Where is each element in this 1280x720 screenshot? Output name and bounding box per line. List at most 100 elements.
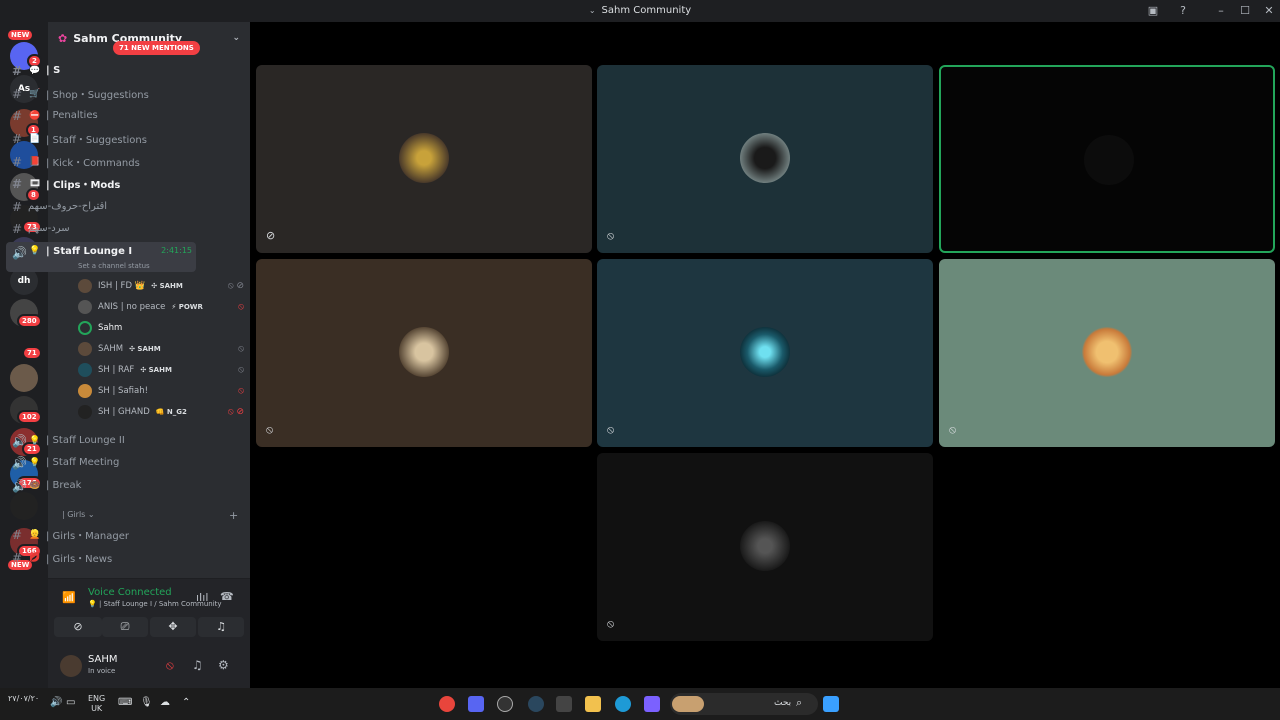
avatar bbox=[78, 342, 92, 356]
channel-item[interactable]: # ⛔ | Penalties bbox=[6, 105, 196, 126]
activities-icon: ✥ bbox=[168, 620, 178, 633]
speaker-icon: 🔊 bbox=[12, 433, 27, 448]
speaker-icon: 🔊 bbox=[12, 478, 27, 493]
participant-tile[interactable]: ⦸ bbox=[597, 65, 933, 253]
voice-user[interactable]: ANIS | no peace ⚡ POWR ⦸ bbox=[78, 297, 244, 317]
hash-icon: # bbox=[12, 108, 23, 123]
voice-user[interactable]: SH | GHAND 👊 N_G2 ⦸ ⊘ bbox=[78, 402, 244, 422]
keyboard-icon[interactable]: ⌨ bbox=[118, 698, 132, 708]
chevron-up-icon[interactable]: ⌃ bbox=[182, 698, 190, 708]
file-explorer-icon[interactable] bbox=[585, 696, 601, 712]
network-icon[interactable]: ▭ bbox=[66, 698, 75, 708]
taskbar-search[interactable]: بحث ⌕ bbox=[670, 693, 818, 715]
speaker-icon: 🔊 bbox=[12, 455, 27, 470]
channel-item[interactable]: # 👱 | Girls・Manager bbox=[6, 524, 196, 545]
camera-button[interactable]: ⊘ bbox=[54, 617, 102, 637]
signal-icon[interactable]: 📶 bbox=[62, 591, 76, 604]
deafened-icon: ⊘ bbox=[266, 229, 276, 242]
channel-status[interactable]: Set a channel status bbox=[78, 262, 150, 270]
hash-icon: # bbox=[12, 131, 23, 146]
channel-item[interactable]: # 🎞 | Clips・Mods bbox=[6, 173, 196, 194]
voice-channel[interactable]: 🔊 💡 | Staff Meeting bbox=[6, 452, 196, 473]
channel-item[interactable]: # اقتراح-حروف-سهم bbox=[6, 196, 196, 217]
chevron-down-icon[interactable]: ⌄ bbox=[232, 33, 240, 43]
voice-channel[interactable]: 🔊 💡 | Staff Lounge II bbox=[6, 430, 196, 451]
chrome-icon[interactable] bbox=[439, 696, 455, 712]
avatar bbox=[78, 300, 92, 314]
channel-item[interactable]: # 📄 | Staff・Suggestions bbox=[6, 128, 196, 149]
help-icon[interactable]: ? bbox=[1175, 3, 1191, 19]
mic-off-icon: ⦸ bbox=[949, 423, 957, 436]
voice-stage: ⊘ ⦸ ⦸ ⦸ ⦸ ⦸ bbox=[250, 22, 1280, 688]
voice-user[interactable]: ISH | FD 👑 ✣ SAHM ⦸ ⊘ bbox=[78, 276, 244, 296]
voice-user[interactable]: SH | Safiah! ⦸ bbox=[78, 381, 244, 401]
settings-gear-icon[interactable]: ⚙ bbox=[218, 658, 229, 672]
mic-off-icon: ⦸ bbox=[607, 423, 615, 436]
soundboard-button[interactable]: ♫ bbox=[198, 617, 244, 637]
participant-tile[interactable]: ⦸ bbox=[939, 259, 1275, 447]
mic-muted-icon[interactable]: ⦸ bbox=[166, 658, 174, 673]
participant-tile-speaking[interactable] bbox=[939, 65, 1275, 253]
microphone-icon[interactable]: 🎙 bbox=[140, 698, 153, 708]
screen-share-icon: ⎚ bbox=[120, 620, 130, 633]
copilot-icon[interactable] bbox=[644, 696, 660, 712]
server-badge: 280 bbox=[17, 314, 42, 328]
volume-icon[interactable]: 🔊 bbox=[50, 698, 62, 708]
disconnect-icon[interactable]: ☎ bbox=[220, 590, 234, 603]
add-channel-icon[interactable]: + bbox=[229, 509, 238, 522]
windows-start-icon[interactable] bbox=[823, 696, 839, 712]
hash-icon: # bbox=[12, 527, 23, 542]
title-bar: ⌄ Sahm Community ▣ ? – ☐ ✕ bbox=[0, 0, 1280, 22]
server-icon[interactable] bbox=[10, 492, 38, 520]
clock[interactable]: ٢٧/٠٧/٢٠ bbox=[8, 694, 39, 704]
app-icon[interactable] bbox=[497, 696, 513, 712]
noise-suppression-icon[interactable]: ıIıl bbox=[196, 591, 208, 604]
participant-tile[interactable]: ⦸ bbox=[256, 259, 592, 447]
user-status: In voice bbox=[88, 667, 116, 675]
channel-item[interactable]: # 🛒 | Shop・Suggestions bbox=[6, 83, 196, 104]
edge-icon[interactable] bbox=[615, 696, 631, 712]
channel-item[interactable]: # 💬 | S bbox=[6, 60, 196, 81]
activities-button[interactable]: ✥ bbox=[150, 617, 196, 637]
voice-timer: 2:41:15 bbox=[161, 246, 192, 255]
channel-item[interactable]: # 📕 | Kick・Commands bbox=[6, 151, 196, 172]
participant-tile[interactable]: ⊘ bbox=[256, 65, 592, 253]
channel-item[interactable]: # سرد-سهم bbox=[6, 218, 196, 239]
voice-channel[interactable]: 🔊 🍩 | Break bbox=[6, 475, 196, 496]
channel-item[interactable]: # 💋 | Girls・News bbox=[6, 547, 196, 568]
store-icon[interactable] bbox=[556, 696, 572, 712]
voice-user[interactable]: SAHM ✣ SAHM ⦸ bbox=[78, 339, 244, 359]
mic-off-icon: ⦸ bbox=[607, 617, 615, 630]
headphones-icon[interactable]: ♫ bbox=[192, 658, 203, 672]
new-mentions-pill[interactable]: 71 NEW MENTIONS bbox=[113, 41, 200, 55]
user-name[interactable]: SAHM bbox=[88, 654, 118, 665]
server-icon[interactable] bbox=[10, 364, 38, 392]
category-girls[interactable]: | Girls ⌄ bbox=[62, 510, 95, 519]
minimize-button[interactable]: – bbox=[1213, 3, 1229, 19]
participant-tile[interactable]: ⦸ bbox=[597, 259, 933, 447]
voice-user[interactable]: Sahm bbox=[78, 318, 244, 338]
inbox-icon[interactable]: ▣ bbox=[1145, 3, 1161, 19]
mic-off-icon: ⦸ bbox=[238, 344, 244, 354]
voice-connected-title[interactable]: Voice Connected bbox=[88, 587, 172, 598]
maximize-button[interactable]: ☐ bbox=[1237, 3, 1253, 19]
chevron-down-icon[interactable]: ⌄ bbox=[589, 6, 596, 15]
discord-icon[interactable] bbox=[468, 696, 484, 712]
os-taskbar: ٢٧/٠٧/٢٠ 🔊 ▭ ENG UK ⌨ 🎙 ☁ ⌃ بحث ⌕ bbox=[0, 688, 1280, 720]
new-badge: NEW bbox=[6, 28, 35, 42]
close-button[interactable]: ✕ bbox=[1261, 3, 1277, 19]
cloud-icon[interactable]: ☁ bbox=[160, 698, 170, 708]
language-indicator[interactable]: ENG UK bbox=[88, 694, 105, 714]
mic-off-icon: ⦸ bbox=[238, 302, 244, 312]
avatar bbox=[399, 327, 449, 377]
participant-tile[interactable]: ⦸ bbox=[597, 453, 933, 641]
avatar[interactable] bbox=[60, 655, 82, 677]
avatar bbox=[740, 133, 790, 183]
steam-icon[interactable] bbox=[528, 696, 544, 712]
avatar bbox=[1082, 327, 1132, 377]
mic-off-icon: ⦸ bbox=[238, 386, 244, 396]
avatar bbox=[1084, 135, 1134, 185]
voice-user[interactable]: SH | RAF ✣ SAHM ⦸ bbox=[78, 360, 244, 380]
hash-icon: # bbox=[12, 86, 23, 101]
share-screen-button[interactable]: ⎚ bbox=[102, 617, 148, 637]
